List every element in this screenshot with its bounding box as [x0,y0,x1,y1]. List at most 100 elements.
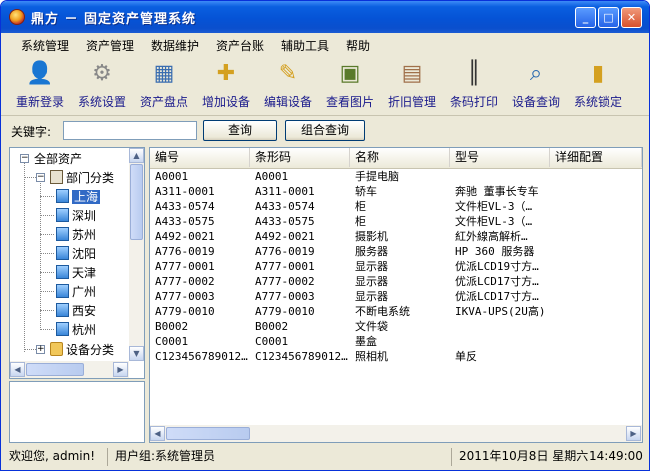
scroll-down-icon[interactable]: ▼ [129,346,144,361]
relogin-button[interactable]: 👤 重新登录 [9,57,71,113]
table-cell: 单反 [455,350,477,363]
table-row[interactable]: A776-0019 A776-0019 服务器 HP 360 服务器 [150,244,642,259]
table-cell: IKVA-UPS(2U高) [455,305,546,318]
table-cell: A433-0574 [155,200,215,213]
tree-dept-xian[interactable]: 西安 [56,302,96,320]
dept-icon [56,208,69,222]
edit-device-button[interactable]: ✎ 编辑设备 [257,57,319,113]
col-header-barcode[interactable]: 条形码 [250,148,350,167]
table-cell: 显示器 [355,260,388,273]
table-cell: A433-0575 [155,215,215,228]
inventory-button[interactable]: ▦ 资产盘点 [133,57,195,113]
table-cell [550,304,642,319]
table-row[interactable]: A433-0575 A433-0575 柜 文件柜VL-3（… [150,214,642,229]
tree-horizontal-scrollbar[interactable]: ◀ ▶ [10,361,129,378]
dept-icon [56,189,69,203]
query-button[interactable]: 查询 [203,120,277,141]
edit-note-icon: ✎ [278,61,298,86]
table-cell: A0001 [155,170,189,183]
table-cell: C123456789012… [255,350,348,363]
table-row[interactable]: A777-0001 A777-0001 显示器 优派LCD19寸方… [150,259,642,274]
table-cell: A492-0021 [155,230,215,243]
tree-dept-suzhou[interactable]: 苏州 [56,226,96,244]
view-picture-button[interactable]: ▣ 查看图片 [319,57,381,113]
menu-bar: 系统管理 资产管理 数据维护 资产台账 辅助工具 帮助 [1,33,649,55]
device-search-button[interactable]: ⌕ 设备查询 [505,57,567,113]
table-cell: A777-0001 [255,260,315,273]
date-text: 2011年10月8日 星期六 [459,449,589,463]
table-row[interactable]: A777-0003 A777-0003 显示器 优派LCD17寸方… [150,289,642,304]
table-cell: 文件袋 [355,320,388,333]
app-window: 鼎方 － 固定资产管理系统 _ □ ✕ 系统管理 资产管理 数据维护 资产台账 … [0,0,650,471]
table-row[interactable]: C123456789012… C123456789012… 照相机 单反 [150,349,642,364]
scroll-right-icon[interactable]: ▶ [626,426,641,441]
table-cell [550,169,642,184]
keyword-input[interactable] [63,121,197,140]
tree-root[interactable]: 全部资产 [34,150,82,168]
tree-dept-shanghai[interactable]: 上海 [56,188,101,206]
barcode-print-button[interactable]: ║ 条码打印 [443,57,505,113]
scroll-left-icon[interactable]: ◀ [10,362,25,377]
tree-vertical-scrollbar[interactable]: ▲ ▼ [129,148,144,361]
table-cell: A492-0021 [255,230,315,243]
table-row[interactable]: A311-0001 A311-0001 轿车 奔驰 董事长专车 [150,184,642,199]
scroll-left-icon[interactable]: ◀ [150,426,165,441]
menu-help[interactable]: 帮助 [346,37,370,54]
col-header-model[interactable]: 型号 [450,148,550,167]
title-bar[interactable]: 鼎方 － 固定资产管理系统 _ □ ✕ [1,1,649,33]
menu-system[interactable]: 系统管理 [21,37,69,54]
col-header-detail[interactable]: 详细配置 [550,148,642,167]
add-device-button[interactable]: ✚ 增加设备 [195,57,257,113]
dept-collapse-icon[interactable]: − [36,173,45,182]
table-cell [450,169,550,184]
settings-button[interactable]: ⚙ 系统设置 [71,57,133,113]
table-cell [450,319,550,334]
root-collapse-icon[interactable]: − [20,154,29,163]
table-cell: A311-0001 [155,185,215,198]
table-row[interactable]: A492-0021 A492-0021 摄影机 紅外線高解析… [150,229,642,244]
table-row[interactable]: C0001 C0001 墨盒 [150,334,642,349]
menu-assets[interactable]: 资产管理 [86,37,134,54]
table-cell: A776-0019 [155,245,215,258]
depreciation-button[interactable]: ▤ 折旧管理 [381,57,443,113]
maximize-button[interactable]: □ [598,7,619,28]
table-row[interactable]: B0002 B0002 文件袋 [150,319,642,334]
col-header-name[interactable]: 名称 [350,148,450,167]
tree-dept-guangzhou[interactable]: 广州 [56,283,96,301]
scroll-up-icon[interactable]: ▲ [129,148,144,163]
tree-hscroll-thumb[interactable] [26,363,84,376]
table-row[interactable]: A433-0574 A433-0574 柜 文件柜VL-3（… [150,199,642,214]
tree-equip-category[interactable]: 设备分类 [50,341,114,359]
menu-tools[interactable]: 辅助工具 [281,37,329,54]
tree-dept-category[interactable]: 部门分类 [50,169,114,187]
table-horizontal-scrollbar[interactable]: ◀ ▶ [150,425,642,442]
minimize-button[interactable]: _ [575,7,596,28]
table-cell: A779-0010 [255,305,315,318]
table-cell: 轿车 [355,185,377,198]
tree-dept-shenyang[interactable]: 沈阳 [56,245,96,263]
table-row[interactable]: A777-0002 A777-0002 显示器 优派LCD17寸方… [150,274,642,289]
table-row[interactable]: A779-0010 A779-0010 不断电系统 IKVA-UPS(2U高) [150,304,642,319]
table-cell [450,334,550,349]
table-hscroll-thumb[interactable] [166,427,250,440]
scroll-right-icon[interactable]: ▶ [113,362,128,377]
table-cell [550,274,642,289]
menu-ledger[interactable]: 资产台账 [216,37,264,54]
equip-expand-icon[interactable]: + [36,345,45,354]
combined-query-button[interactable]: 组合查询 [285,120,365,141]
table-cell: A777-0002 [255,275,315,288]
table-cell: 照相机 [355,350,388,363]
col-header-id[interactable]: 编号 [150,148,250,167]
table-row[interactable]: A0001 A0001 手提电脑 [150,169,642,184]
lock-button[interactable]: ▮ 系统锁定 [567,57,629,113]
table-cell [550,184,642,199]
tree-dept-hangzhou[interactable]: 杭州 [56,321,96,339]
tree-dept-tianjin[interactable]: 天津 [56,264,96,282]
tree-dept-shenzhen[interactable]: 深圳 [56,207,96,225]
lock-icon: ▮ [591,61,605,86]
close-button[interactable]: ✕ [621,7,642,28]
tree-vscroll-thumb[interactable] [130,164,143,240]
table-cell: HP 360 服务器 [455,245,535,258]
dept-icon [56,227,69,241]
menu-data[interactable]: 数据维护 [151,37,199,54]
